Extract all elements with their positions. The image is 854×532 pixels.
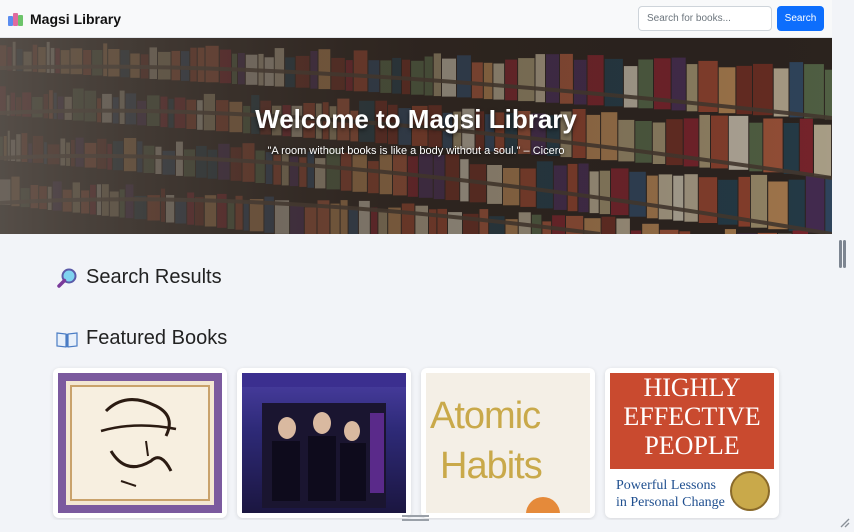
search-input[interactable]	[638, 6, 772, 31]
drag-handle[interactable]	[402, 515, 429, 521]
books-icon	[8, 12, 24, 26]
cover-title-line1: Atomic	[430, 395, 541, 437]
cover-title-line3: PEOPLE	[644, 431, 740, 460]
book-cover-atomic-habits: Atomic Habits	[426, 373, 590, 513]
featured-books-title: Featured Books	[86, 327, 228, 349]
book-cover-quran	[58, 373, 222, 513]
featured-books-list: Atomic Habits HIGHLY EFFECTIVE PEOPLE Po…	[53, 368, 779, 518]
navbar: Magsi Library Search	[0, 0, 832, 38]
magnifying-glass-icon	[57, 268, 77, 288]
horizontal-resize-bar	[0, 520, 832, 532]
search-results-title: Search Results	[86, 266, 222, 288]
book-card[interactable]	[237, 368, 411, 518]
resize-grip-icon[interactable]	[838, 516, 850, 528]
cover-title-line2: Habits	[440, 445, 543, 487]
book-card[interactable]: Atomic Habits	[421, 368, 595, 518]
book-cover-7-habits: HIGHLY EFFECTIVE PEOPLE Powerful Lessons…	[610, 373, 774, 513]
hero-banner: Welcome to Magsi Library "A room without…	[0, 38, 832, 234]
scrollbar-thumb[interactable]	[839, 240, 842, 268]
open-book-icon	[56, 331, 78, 348]
cover-subtitle-line1: Powerful Lessons	[616, 478, 716, 493]
book-cover-harry-potter	[242, 373, 406, 513]
brand[interactable]: Magsi Library	[8, 11, 121, 27]
hero-title: Welcome to Magsi Library	[255, 104, 577, 134]
cover-title-line2: EFFECTIVE	[623, 402, 761, 431]
vertical-scrollbar[interactable]	[832, 0, 854, 532]
featured-books-heading: Featured Books	[56, 327, 227, 350]
brand-name: Magsi Library	[30, 10, 122, 27]
hero-quote: "A room without books is like a body wit…	[267, 145, 565, 157]
book-card[interactable]	[53, 368, 227, 518]
book-card[interactable]: HIGHLY EFFECTIVE PEOPLE Powerful Lessons…	[605, 368, 779, 518]
search-results-heading: Search Results	[56, 266, 222, 289]
cover-title-line1: HIGHLY	[643, 373, 741, 402]
cover-subtitle-line2: in Personal Change	[616, 495, 725, 510]
search-button[interactable]: Search	[777, 6, 824, 31]
